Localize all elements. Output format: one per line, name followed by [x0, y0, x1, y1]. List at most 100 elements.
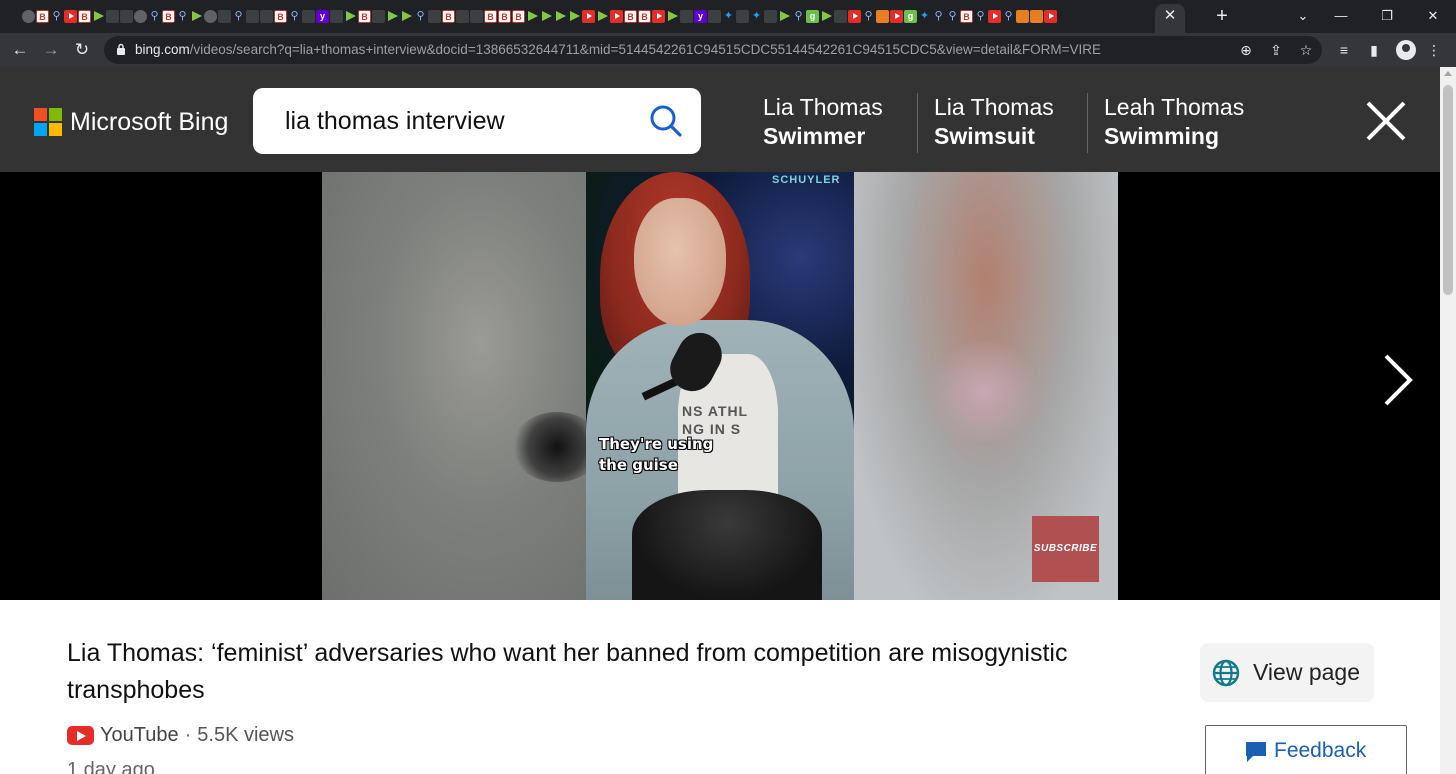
- tab-favicon-search-icon[interactable]: ⚲: [946, 10, 959, 23]
- tab-favicon-rumble-icon[interactable]: [596, 10, 609, 23]
- side-panel-icon[interactable]: ▮: [1364, 40, 1384, 60]
- zoom-icon[interactable]: ⊕: [1236, 40, 1256, 60]
- address-bar[interactable]: bing.com/videos/search?q=lia+thomas+inte…: [104, 36, 1322, 64]
- tab-favicon-tw-icon[interactable]: ✦: [750, 10, 763, 23]
- forward-button[interactable]: →: [38, 37, 64, 63]
- view-page-button[interactable]: View page: [1200, 643, 1374, 702]
- tab-favicon-b-icon[interactable]: B: [484, 10, 497, 23]
- tab-favicon-gray-icon[interactable]: [218, 10, 231, 23]
- tab-favicon-green-icon[interactable]: g: [904, 10, 917, 23]
- video-title[interactable]: Lia Thomas: ‘feminist’ adversaries who w…: [67, 635, 1147, 709]
- tab-favicon-b-icon[interactable]: B: [638, 10, 651, 23]
- tab-favicon-rumble-icon[interactable]: [400, 10, 413, 23]
- new-tab-button[interactable]: +: [1211, 4, 1233, 28]
- tab-favicon-b-icon[interactable]: B: [498, 10, 511, 23]
- tab-favicon-orange-icon[interactable]: [876, 10, 889, 23]
- page-scrollbar[interactable]: [1440, 67, 1456, 774]
- tab-favicon-b-icon[interactable]: B: [274, 10, 287, 23]
- related-search-leah-thomas-swimming[interactable]: Leah Thomas Swimming: [1104, 93, 1244, 153]
- tab-favicon-search-icon[interactable]: ⚲: [862, 10, 875, 23]
- tab-favicon-yt-icon[interactable]: [610, 10, 623, 23]
- brand-name[interactable]: Microsoft Bing: [70, 104, 228, 140]
- tab-favicon-gray-icon[interactable]: [428, 10, 441, 23]
- microsoft-logo-icon[interactable]: [34, 108, 63, 137]
- tab-favicon-search-icon[interactable]: ⚲: [148, 10, 161, 23]
- reload-button[interactable]: ↻: [69, 37, 95, 63]
- tab-favicon-search-icon[interactable]: ⚲: [932, 10, 945, 23]
- profile-avatar[interactable]: [1396, 40, 1416, 60]
- tab-favicon-yt-icon[interactable]: [988, 10, 1001, 23]
- tab-favicon-rumble-icon[interactable]: [666, 10, 679, 23]
- tab-favicon-gray-icon[interactable]: [834, 10, 847, 23]
- scroll-thumb[interactable]: [1443, 85, 1453, 295]
- tab-favicon-orange-icon[interactable]: [1016, 10, 1029, 23]
- tab-favicon-gray-icon[interactable]: [120, 10, 133, 23]
- video-player[interactable]: NS ATHL NG IN S SCHUYLER They're using t…: [0, 172, 1440, 600]
- tab-favicon-gray-icon[interactable]: [246, 10, 259, 23]
- tab-favicon-green-icon[interactable]: g: [806, 10, 819, 23]
- tab-favicon-globe-icon[interactable]: [204, 10, 217, 23]
- tab-favicon-search-icon[interactable]: ⚲: [288, 10, 301, 23]
- tab-favicon-yt-icon[interactable]: [582, 10, 595, 23]
- search-icon[interactable]: [649, 104, 683, 138]
- source-name[interactable]: YouTube: [100, 724, 179, 747]
- tab-favicon-b-icon[interactable]: B: [960, 10, 973, 23]
- tab-favicon-orange-icon[interactable]: [1030, 10, 1043, 23]
- tab-favicon-search-icon[interactable]: ⚲: [414, 10, 427, 23]
- tab-favicon-yt-icon[interactable]: [1044, 10, 1057, 23]
- tab-favicon-gray-icon[interactable]: [330, 10, 343, 23]
- tab-favicon-search-icon[interactable]: ⚲: [232, 10, 245, 23]
- tab-favicon-tw-icon[interactable]: ✦: [722, 10, 735, 23]
- minimize-button[interactable]: —: [1318, 4, 1364, 28]
- tab-favicon-b-icon[interactable]: B: [162, 10, 175, 23]
- tab-favicon-search-icon[interactable]: ⚲: [1002, 10, 1015, 23]
- tab-favicon-search-icon[interactable]: ⚲: [974, 10, 987, 23]
- tab-favicon-yh-icon[interactable]: y: [694, 10, 707, 23]
- tab-favicon-gray-icon[interactable]: [106, 10, 119, 23]
- next-video-chevron-icon[interactable]: [1380, 352, 1416, 408]
- tab-favicon-yt-icon[interactable]: [848, 10, 861, 23]
- tab-favicon-gray-icon[interactable]: [470, 10, 483, 23]
- tab-favicon-yt-icon[interactable]: [652, 10, 665, 23]
- close-tab-icon[interactable]: ✕: [1162, 6, 1178, 26]
- related-search-lia-thomas-swimmer[interactable]: Lia Thomas Swimmer: [763, 93, 883, 153]
- tab-favicon-globe-icon[interactable]: [22, 10, 35, 23]
- tab-favicon-rumble-icon[interactable]: [190, 10, 203, 23]
- tab-favicon-globe-icon[interactable]: [134, 10, 147, 23]
- tab-favicon-yt-icon[interactable]: [890, 10, 903, 23]
- tab-favicon-gray-icon[interactable]: [456, 10, 469, 23]
- tab-favicon-search-icon[interactable]: ⚲: [792, 10, 805, 23]
- tab-favicon-rumble-icon[interactable]: [554, 10, 567, 23]
- tab-favicon-rumble-icon[interactable]: [386, 10, 399, 23]
- tab-favicon-b-icon[interactable]: B: [624, 10, 637, 23]
- tab-favicon-tw-icon[interactable]: ✦: [918, 10, 931, 23]
- tab-favicon-rumble-icon[interactable]: [778, 10, 791, 23]
- tab-favicon-gray-icon[interactable]: [736, 10, 749, 23]
- share-icon[interactable]: ⇪: [1266, 40, 1286, 60]
- tab-favicon-b-icon[interactable]: B: [36, 10, 49, 23]
- tab-favicon-gray-icon[interactable]: [764, 10, 777, 23]
- tab-favicon-rumble-icon[interactable]: [540, 10, 553, 23]
- tab-favicon-gray-icon[interactable]: [372, 10, 385, 23]
- tab-favicon-gray-icon[interactable]: [708, 10, 721, 23]
- tab-favicon-b-icon[interactable]: B: [442, 10, 455, 23]
- scroll-up-arrow-icon[interactable]: [1444, 71, 1452, 76]
- feedback-button[interactable]: Feedback: [1205, 725, 1407, 774]
- tab-favicon-search-icon[interactable]: ⚲: [50, 10, 63, 23]
- related-search-lia-thomas-swimsuit[interactable]: Lia Thomas Swimsuit: [934, 93, 1054, 153]
- tab-favicon-b-icon[interactable]: B: [358, 10, 371, 23]
- tab-favicon-rumble-icon[interactable]: [92, 10, 105, 23]
- tab-favicon-b-icon[interactable]: B: [78, 10, 91, 23]
- tab-favicon-gray-icon[interactable]: [680, 10, 693, 23]
- tab-favicon-yh-icon[interactable]: y: [316, 10, 329, 23]
- back-button[interactable]: ←: [7, 37, 33, 63]
- search-input[interactable]: [285, 88, 645, 154]
- tab-favicon-gray-icon[interactable]: [302, 10, 315, 23]
- tab-favicon-b-icon[interactable]: B: [512, 10, 525, 23]
- menu-kebab-icon[interactable]: ⋮: [1424, 40, 1444, 60]
- close-window-button[interactable]: ✕: [1410, 4, 1456, 28]
- restore-button[interactable]: ❐: [1364, 4, 1410, 28]
- tab-favicon-rumble-icon[interactable]: [820, 10, 833, 23]
- tab-favicon-yt-icon[interactable]: [64, 10, 77, 23]
- tab-favicon-rumble-icon[interactable]: [568, 10, 581, 23]
